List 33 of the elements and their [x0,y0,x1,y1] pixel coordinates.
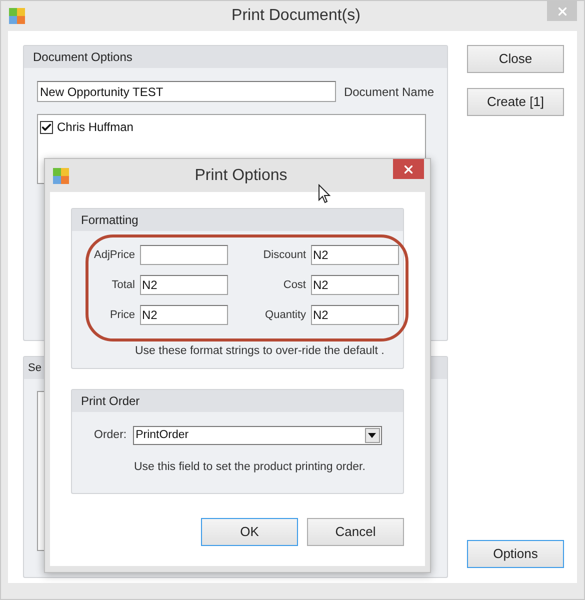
field-label: Document Name [344,84,434,100]
format-field[interactable] [140,245,228,265]
format-field[interactable]: N2 [140,305,228,325]
field-label: Total [110,278,135,293]
dialog-button[interactable]: Close [467,45,564,73]
format-field[interactable]: N2 [311,305,399,325]
field-label: Order: [94,428,127,443]
puzzle-icon [53,168,69,184]
format-field[interactable]: N2 [140,275,228,295]
format-field[interactable]: N2 [311,275,399,295]
order-hint: Use this field to set the product printing order. [134,460,366,475]
format-hint: Use these format strings to over-ride the default . [135,344,386,359]
field-label: Quantity [264,308,306,323]
dialog-button[interactable]: Cancel [307,518,404,546]
group-header: Document Options [24,46,447,68]
group-header: Print Order [72,390,403,412]
format-field[interactable]: N2 [311,245,399,265]
recipient-name: Chris Huffman [57,119,134,136]
field-label: Discount [262,248,306,263]
close-icon[interactable] [393,159,424,179]
field-label: AdjPrice [93,248,135,263]
document-name-field[interactable]: New Opportunity TEST [37,81,336,102]
dialog-button[interactable]: Options [467,540,564,568]
group-header: Formatting [72,209,403,231]
dialog-button[interactable]: Create [1] [467,88,564,116]
field-label: Price [108,308,135,323]
order-dropdown[interactable]: PrintOrder [132,426,382,445]
dialog-button[interactable]: OK [201,518,298,546]
puzzle-icon [9,8,25,24]
window-title: Print Document(s) [230,6,362,26]
field-label: Cost [282,278,306,293]
checkbox[interactable] [40,120,53,134]
dialog-title: Print Options [194,166,288,186]
